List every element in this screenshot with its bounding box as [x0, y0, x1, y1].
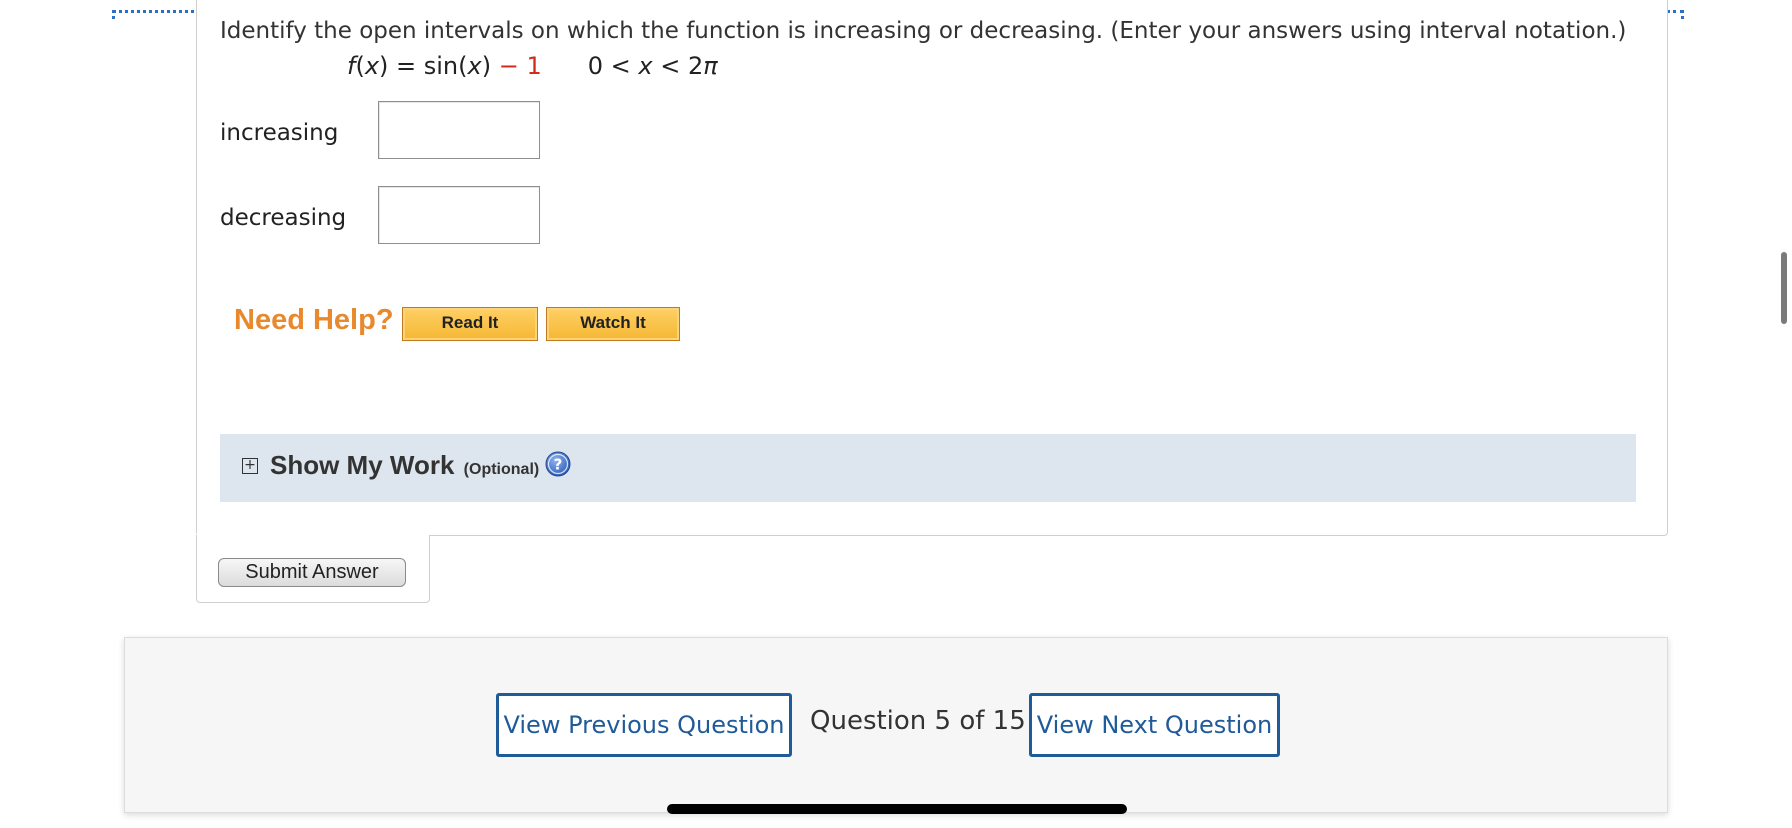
home-indicator-bar[interactable] [667, 804, 1127, 814]
decreasing-input[interactable] [378, 186, 540, 244]
question-circle-icon[interactable]: ? [545, 451, 571, 477]
constant-term: − 1 [491, 52, 542, 80]
function-formula: f(x) = sin(x) − 10 < x < 2π [347, 52, 718, 80]
question-counter: Question 5 of 15 [810, 706, 1026, 736]
submit-answer-button[interactable]: Submit Answer [218, 558, 406, 587]
decreasing-label: decreasing [220, 205, 347, 231]
need-help-label: Need Help? [234, 304, 394, 336]
view-next-question-button[interactable]: View Next Question [1029, 693, 1280, 757]
view-previous-question-button[interactable]: View Previous Question [496, 693, 792, 757]
svg-text:?: ? [554, 456, 563, 474]
question-prompt: Identify the open intervals on which the… [220, 18, 1627, 44]
optional-label: (Optional) [463, 461, 540, 478]
increasing-input[interactable] [378, 101, 540, 159]
show-my-work-section: + Show My Work (Optional)? [220, 434, 1636, 502]
watch-it-button[interactable]: Watch It [546, 307, 680, 341]
increasing-label: increasing [220, 120, 339, 146]
expand-plus-icon[interactable]: + [242, 458, 258, 474]
scrollbar-thumb[interactable] [1781, 252, 1787, 324]
show-my-work-title[interactable]: Show My Work (Optional)? [270, 450, 571, 481]
read-it-button[interactable]: Read It [402, 307, 538, 341]
domain-constraint: 0 < x < 2π [587, 52, 718, 80]
